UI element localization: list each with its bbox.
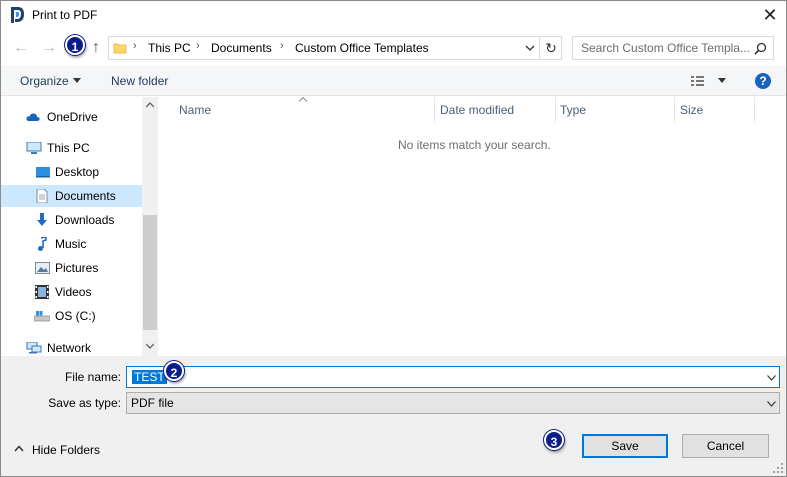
column-header-size[interactable]: Size (680, 103, 703, 117)
view-dropdown-caret-icon[interactable] (718, 78, 726, 84)
navigation-pane: OneDrive This PC Desktop Documents Downl… (1, 97, 159, 356)
callout-badge-2: 2 (164, 361, 184, 381)
download-icon (37, 213, 47, 226)
sidebar-item-onedrive[interactable]: OneDrive (1, 106, 142, 128)
breadcrumb-this-pc[interactable]: This PC (148, 41, 191, 55)
column-header-date-modified[interactable]: Date modified (440, 103, 514, 117)
sidebar-item-downloads[interactable]: Downloads (1, 209, 142, 231)
sidebar-item-desktop[interactable]: Desktop (1, 161, 142, 183)
save-as-type-label: Save as type: (48, 396, 121, 410)
breadcrumb-documents[interactable]: Documents (211, 41, 272, 55)
sidebar-item-label: Desktop (55, 165, 100, 179)
sidebar-item-label: Network (47, 341, 92, 355)
breadcrumb-custom-office-templates[interactable]: Custom Office Templates (295, 41, 429, 55)
file-list: Name Date modified Type Size No items ma… (160, 97, 786, 356)
save-as-type-value: PDF file (131, 396, 174, 410)
address-divider (539, 37, 540, 59)
sidebar-item-this-pc[interactable]: This PC (1, 137, 142, 159)
callout-badge-3: 3 (544, 430, 564, 450)
music-icon (38, 237, 47, 251)
sidebar-item-label: Downloads (55, 213, 115, 227)
scroll-up-icon[interactable] (146, 102, 154, 108)
scroll-down-icon[interactable] (146, 343, 154, 349)
empty-list-message: No items match your search. (398, 138, 551, 152)
back-arrow-icon[interactable]: ← (11, 38, 31, 58)
breadcrumb-separator: › (280, 40, 284, 52)
sidebar-item-documents[interactable]: Documents (1, 185, 142, 207)
callout-badge-1: 1 (65, 35, 85, 55)
save-button[interactable]: Save (582, 434, 668, 458)
search-placeholder: Search Custom Office Templa... (581, 41, 750, 55)
file-name-input[interactable]: TEST (126, 366, 780, 388)
window-title: Print to PDF (32, 8, 98, 22)
column-header-name[interactable]: Name (179, 103, 211, 117)
cancel-button[interactable]: Cancel (682, 434, 769, 458)
sidebar-item-label: This PC (47, 141, 90, 155)
column-header-type[interactable]: Type (560, 103, 586, 117)
app-logo-icon (11, 7, 24, 23)
sidebar-item-pictures[interactable]: Pictures (1, 257, 142, 279)
sort-ascending-icon (299, 97, 307, 102)
sidebar-item-os-c[interactable]: OS (C:) (1, 305, 142, 327)
address-bar[interactable]: › This PC › Documents › Custom Office Te… (108, 36, 562, 60)
up-arrow-icon[interactable]: ↑ (86, 38, 106, 58)
column-divider (555, 97, 556, 123)
organize-button[interactable]: Organize (20, 74, 69, 88)
breadcrumb-separator: › (196, 40, 200, 52)
cloud-icon (26, 113, 40, 121)
drive-icon (34, 311, 50, 322)
desktop-icon (36, 167, 50, 178)
search-input[interactable]: Search Custom Office Templa... (572, 36, 774, 60)
sidebar-item-music[interactable]: Music (1, 233, 142, 255)
computer-icon (26, 142, 42, 154)
column-divider (754, 97, 755, 123)
forward-arrow-icon[interactable]: → (39, 38, 59, 58)
resize-grip-icon[interactable] (772, 462, 784, 474)
breadcrumb-separator: › (133, 40, 137, 52)
save-as-type-select[interactable]: PDF file (126, 392, 780, 414)
chevron-down-icon[interactable] (525, 44, 535, 52)
column-divider (674, 97, 675, 123)
dialog-footer: Hide Folders (1, 423, 786, 476)
sidebar-scroll-thumb[interactable] (143, 215, 157, 330)
videos-icon (35, 285, 49, 299)
search-icon[interactable] (754, 42, 767, 55)
documents-icon (36, 189, 48, 203)
hide-folders-button[interactable]: Hide Folders (32, 443, 100, 457)
file-name-label: File name: (64, 370, 121, 384)
sidebar-item-label: OneDrive (47, 110, 98, 124)
file-name-value: TEST (132, 370, 167, 384)
chevron-down-icon[interactable] (767, 401, 776, 407)
close-icon[interactable]: ✕ (758, 4, 782, 26)
chevron-up-icon[interactable] (14, 445, 24, 452)
sidebar-item-label: OS (C:) (55, 309, 96, 323)
sidebar-item-label: Pictures (55, 261, 99, 275)
dropdown-caret-icon[interactable] (73, 78, 81, 84)
network-icon (26, 342, 42, 354)
sidebar-item-label: Documents (55, 189, 116, 203)
chevron-down-icon[interactable] (767, 375, 776, 381)
sidebar-item-label: Music (55, 237, 87, 251)
column-divider (434, 97, 435, 123)
title-bar (1, 1, 786, 31)
help-icon[interactable]: ? (755, 73, 771, 89)
refresh-icon[interactable]: ↻ (543, 39, 559, 57)
command-toolbar: Organize New folder ? (1, 66, 786, 96)
view-options-icon[interactable] (691, 75, 705, 87)
folder-icon (113, 43, 127, 54)
sidebar-item-videos[interactable]: Videos (1, 281, 142, 303)
new-folder-button[interactable]: New folder (111, 74, 168, 88)
pictures-icon (35, 262, 50, 274)
sidebar-item-label: Videos (55, 285, 92, 299)
